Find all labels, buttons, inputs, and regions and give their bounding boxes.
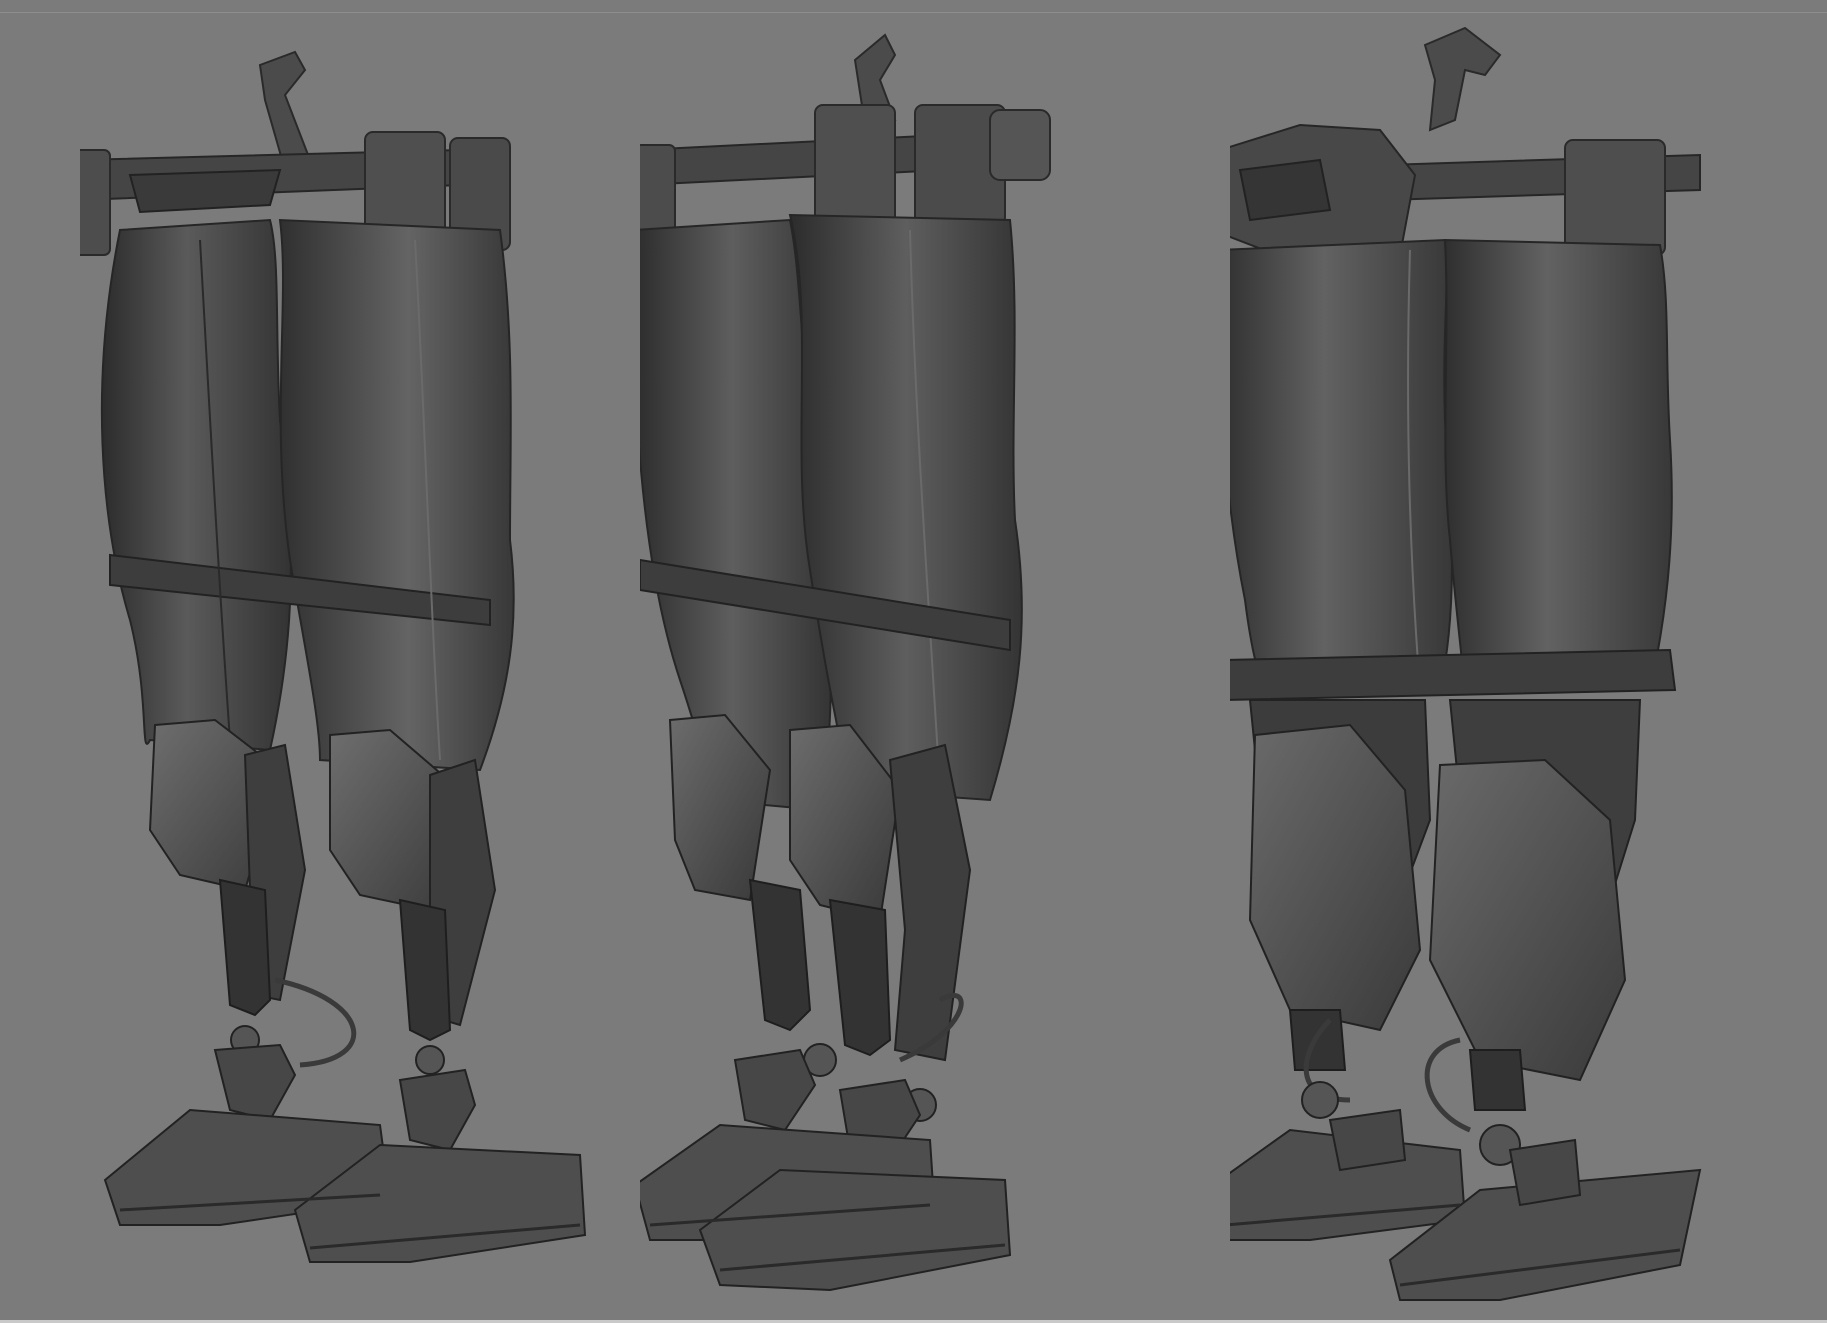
mech-legs-model-right bbox=[1230, 26, 1702, 1301]
mech-legs-model-left bbox=[80, 50, 587, 1263]
render-view-right bbox=[1230, 0, 1790, 1323]
render-view-left bbox=[80, 0, 620, 1323]
sculpt-viewport bbox=[0, 0, 1827, 1323]
render-view-middle bbox=[640, 0, 1200, 1323]
mech-legs-model-middle bbox=[640, 33, 1051, 1292]
